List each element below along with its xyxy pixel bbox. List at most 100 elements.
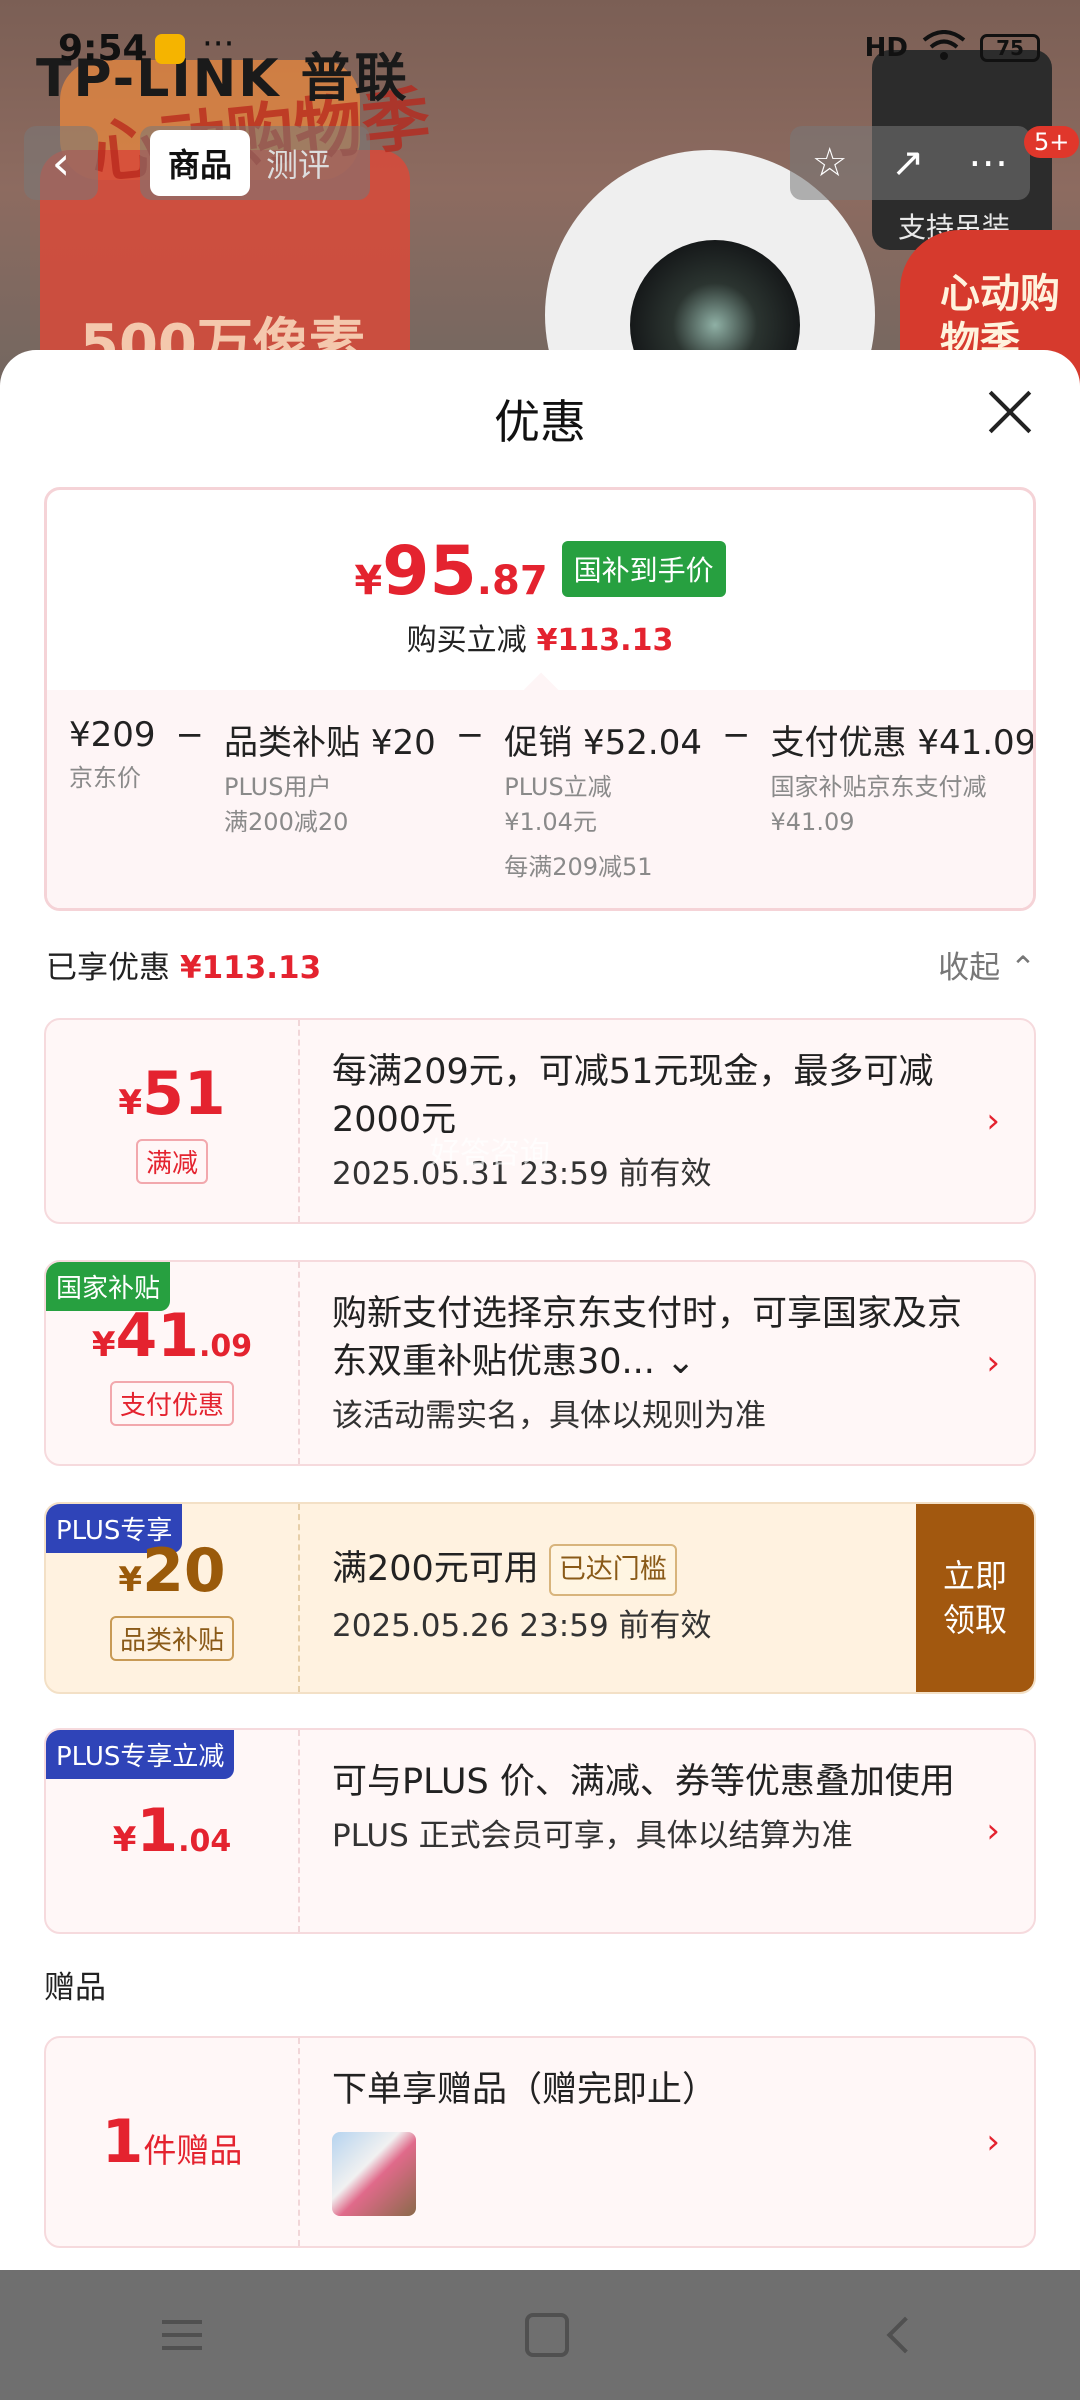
- enjoyed-amount: ¥113.13: [180, 950, 322, 986]
- reduction-label: 购买立减: [406, 623, 527, 658]
- coupon-details: 满200元可用 已达门槛 2025.05.26 23:59 前有效: [332, 1544, 892, 1645]
- threshold-reached-tag: 已达门槛: [548, 1544, 677, 1596]
- gift-count-unit: 件赠品: [143, 2131, 243, 2170]
- amount-integer: 41: [115, 1300, 200, 1371]
- coupon-details: 可与PLUS 价、满减、券等优惠叠加使用 PLUS 正式会员可享，具体以结算为准: [332, 1758, 972, 1855]
- currency-symbol: ¥: [118, 1559, 143, 1600]
- amount-integer: 20: [142, 1535, 226, 1606]
- breakdown-sub: ¥41.09: [770, 808, 855, 836]
- coupon-amount: ¥20: [118, 1536, 225, 1606]
- enjoyed-discount: 已享优惠 ¥113.13: [46, 942, 321, 987]
- more-icon[interactable]: ⋯: [968, 140, 1008, 186]
- product-actions: ☆ ↗ ⋯: [790, 126, 1030, 200]
- breakdown-promotion: 促销 ¥52.04 PLUS立减 ¥1.04元 每满209减51: [504, 715, 702, 885]
- coupon-description: 每满209元，可减51元现金，最多可减2000元: [332, 1052, 934, 1140]
- coupon-card-plus-category-subsidy: PLUS专享 ¥20 品类补贴 满200元可用 已达门槛 2025.05.26 2…: [44, 1502, 1036, 1694]
- breakdown-sub: 京东价: [69, 764, 141, 792]
- minus-sign: −: [722, 715, 751, 755]
- coupon-type-tag: 品类补贴: [109, 1615, 234, 1661]
- breakdown-head: ¥209: [69, 715, 156, 755]
- breakdown-category-subsidy: 品类补贴 ¥20 PLUS用户 满200减20: [224, 715, 436, 840]
- coupon-amount: ¥1.04: [113, 1796, 232, 1866]
- coupon-type-tag: 支付优惠: [109, 1380, 234, 1426]
- breakdown-head: 支付优惠 ¥41.09: [770, 723, 1036, 763]
- gift-card[interactable]: 1件赠品 下单享赠品（赠完即止） ›: [44, 2036, 1036, 2248]
- breakdown-sub: ¥1.04元: [504, 808, 597, 836]
- coupon-type-tag: 满减: [135, 1138, 208, 1184]
- product-tabs: 商品 测评: [140, 126, 370, 200]
- gift-count-area: 1件赠品: [46, 2038, 300, 2246]
- gift-description: 下单享赠品（赠完即止）: [332, 2070, 718, 2110]
- tab-product[interactable]: 商品: [150, 130, 251, 196]
- tab-review[interactable]: 测评: [266, 140, 330, 186]
- minus-sign: −: [175, 715, 205, 755]
- coupon-amount-area: ¥1.04: [46, 1730, 300, 1932]
- currency-symbol: ¥: [91, 1324, 116, 1365]
- close-icon[interactable]: [986, 388, 1034, 436]
- battery-icon: 75: [980, 34, 1040, 62]
- breakdown-head: 品类补贴 ¥20: [224, 723, 436, 763]
- message-count-badge: 5+: [1024, 126, 1080, 158]
- status-icons: HD 75: [865, 30, 1040, 66]
- final-price: ¥95.87: [354, 532, 547, 611]
- gift-thumbnail[interactable]: [332, 2132, 416, 2216]
- favorite-star-icon[interactable]: ☆: [812, 140, 848, 186]
- amount-integer: 51: [142, 1058, 226, 1129]
- enjoyed-label: 已享优惠: [46, 950, 170, 986]
- wifi-icon: [922, 30, 966, 66]
- coupon-validity: 该活动需实名，具体以规则为准: [332, 1398, 766, 1434]
- coupon-validity: 2025.05.31 23:59 前有效: [332, 1156, 712, 1192]
- amount-integer: 1: [136, 1796, 179, 1866]
- discount-sheet: 优惠 ¥95.87 国补到手价 购买立减 ¥113.13 ¥209 京东价 − 品…: [0, 350, 1080, 2270]
- share-icon[interactable]: ↗: [891, 140, 925, 186]
- chevron-right-icon[interactable]: ›: [986, 2122, 1000, 2162]
- status-more-dots: ···: [202, 24, 235, 64]
- amount-decimal: .09: [199, 1328, 253, 1364]
- coupon-details: 每满209元，可减51元现金，最多可减2000元 2025.05.31 23:5…: [332, 1048, 972, 1193]
- amount-decimal: .04: [178, 1824, 232, 1859]
- currency-symbol: ¥: [112, 1820, 137, 1860]
- coupon-amount-area: ¥20 品类补贴: [46, 1504, 300, 1692]
- chevron-right-icon[interactable]: ›: [986, 1101, 1000, 1141]
- signal-icon: HD: [864, 33, 908, 63]
- breakdown-sub: 每满209减51: [504, 853, 653, 881]
- collapse-button[interactable]: 收起 ⌃: [938, 942, 1036, 987]
- chevron-right-icon[interactable]: ›: [986, 1343, 1000, 1383]
- coupon-amount: ¥41.09: [92, 1301, 252, 1371]
- menu-icon[interactable]: [161, 2320, 202, 2350]
- coupon-validity: PLUS 正式会员可享，具体以结算为准: [332, 1818, 853, 1854]
- gift-count-number: 1: [101, 2107, 144, 2177]
- system-nav-bar: [0, 2270, 1080, 2400]
- breakdown-sub: 满200减20: [224, 808, 349, 836]
- notification-app-icon: [155, 34, 185, 64]
- coupon-amount-area: ¥41.09 支付优惠: [46, 1262, 300, 1464]
- price-decimal: .87: [476, 558, 548, 604]
- back-icon[interactable]: [886, 2316, 924, 2354]
- price-integer: 95: [382, 532, 477, 611]
- gift-details: 下单享赠品（赠完即止）: [332, 2066, 972, 2216]
- chevron-right-icon[interactable]: ›: [986, 1811, 1000, 1851]
- claim-coupon-button[interactable]: 立即 领取: [916, 1504, 1034, 1692]
- coupon-details: 购新支付选择京东支付时，可享国家及京东双重补贴优惠30... ⌄ 该活动需实名，…: [332, 1290, 972, 1435]
- coupon-amount: ¥51: [118, 1059, 225, 1129]
- breakdown-sub: PLUS立减: [504, 773, 612, 801]
- breakdown-head: 促销 ¥52.04: [504, 723, 703, 763]
- currency-symbol: ¥: [354, 558, 383, 604]
- coupon-threshold: 满200元可用: [332, 1549, 539, 1589]
- coupon-card-payment-discount[interactable]: 国家补贴 ¥41.09 支付优惠 购新支付选择京东支付时，可享国家及京东双重补贴…: [44, 1260, 1036, 1466]
- coupon-description: 购新支付选择京东支付时，可享国家及京东双重补贴优惠30... ⌄: [332, 1294, 963, 1382]
- breakdown-sub: 国家补贴京东支付减: [770, 773, 987, 801]
- back-button[interactable]: ‹: [24, 126, 98, 200]
- breakdown-jd-price: ¥209 京东价: [69, 715, 156, 796]
- coupon-card-full-reduction[interactable]: ¥51 满减 每满209元，可减51元现金，最多可减2000元 2025.05.…: [44, 1018, 1036, 1224]
- coupon-amount-area: ¥51 满减: [46, 1020, 300, 1222]
- claim-button-line1: 立即: [942, 1557, 1007, 1595]
- price-breakdown: ¥209 京东价 − 品类补贴 ¥20 PLUS用户 满200减20 − 促销 …: [69, 715, 1033, 885]
- gift-section-label: 赠品: [44, 1970, 106, 2006]
- status-time: 9:54: [58, 28, 148, 69]
- home-icon[interactable]: [524, 2313, 569, 2357]
- reduction-amount: ¥113.13: [536, 623, 674, 658]
- coupon-validity: 2025.05.26 23:59 前有效: [332, 1608, 712, 1644]
- coupon-card-plus-reduction[interactable]: PLUS专享立减 ¥1.04 可与PLUS 价、满减、券等优惠叠加使用 PLUS…: [44, 1728, 1036, 1934]
- instant-reduction: 购买立减 ¥113.13: [47, 615, 1033, 659]
